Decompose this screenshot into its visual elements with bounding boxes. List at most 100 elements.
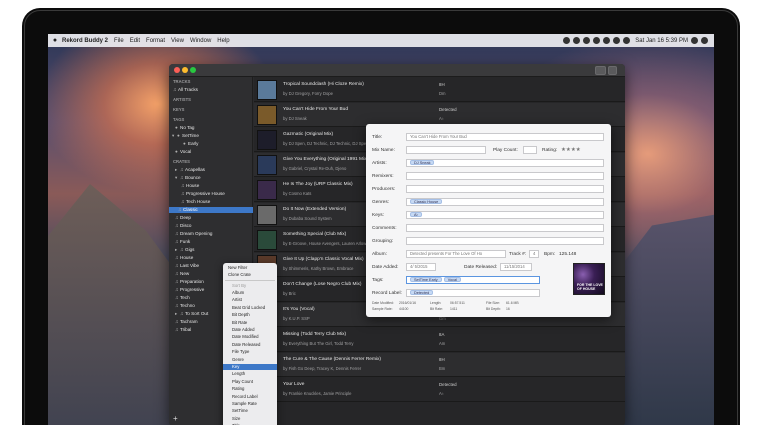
- sort-by-menu-item[interactable]: Album: [223, 290, 277, 296]
- sidebar-heading-artists[interactable]: ARTISTS: [173, 97, 191, 103]
- sort-by-menu-item[interactable]: SetTime: [223, 408, 277, 414]
- mix-name-field[interactable]: [406, 146, 486, 154]
- play-count-field[interactable]: [523, 146, 537, 154]
- status-icon[interactable]: [593, 37, 601, 44]
- remixers-field[interactable]: [406, 172, 604, 180]
- sort-by-menu-item[interactable]: Date Added: [223, 327, 277, 333]
- sort-by-menu-item[interactable]: Record Label: [223, 394, 277, 400]
- table-row[interactable]: The Cure & The Cause (Dennis Ferrer Remi…: [254, 353, 625, 377]
- artists-field[interactable]: DJ Sneak: [406, 159, 604, 167]
- apple-icon[interactable]: ●: [48, 37, 62, 44]
- tags-field[interactable]: SetTime Early Vocal: [406, 276, 540, 284]
- menu-format[interactable]: Format: [146, 38, 165, 44]
- sidebar-crate-item[interactable]: ♫ Last Vibe: [175, 263, 199, 269]
- keys-field[interactable]: A♭: [406, 211, 604, 219]
- status-icon[interactable]: [573, 37, 581, 44]
- grouping-field[interactable]: [406, 237, 604, 245]
- battery-icon[interactable]: [623, 37, 631, 44]
- menubar-clock[interactable]: Sat Jan 16 5:39 PM: [635, 38, 688, 44]
- sidebar-crate-item[interactable]: ♫ Funk: [175, 239, 190, 245]
- key-token[interactable]: A♭: [410, 212, 423, 217]
- tag-token[interactable]: SetTime Early: [410, 277, 442, 282]
- album-field[interactable]: Detected presents For The Love Of Ho: [406, 250, 506, 258]
- sort-by-menu-item[interactable]: Sample Rate: [223, 401, 277, 407]
- minimize-window-button[interactable]: [182, 67, 188, 73]
- spotlight-icon[interactable]: [691, 37, 698, 44]
- tag-token[interactable]: Vocal: [443, 277, 461, 282]
- notification-center-icon[interactable]: [701, 37, 708, 44]
- sidebar-crate-item[interactable]: ▾ ♫ Bounce: [175, 175, 201, 181]
- table-row[interactable]: Missing (Todd Terry Club Mix) by Everythi…: [254, 328, 625, 352]
- bpm-value[interactable]: 125.148: [559, 252, 576, 257]
- sidebar-crate-item[interactable]: ♫ Disco: [175, 223, 192, 229]
- sort-by-menu-item[interactable]: Bit Depth: [223, 312, 277, 318]
- sort-by-menu-item[interactable]: Length: [223, 371, 277, 377]
- menu-view[interactable]: View: [171, 38, 184, 44]
- sort-by-menu-item[interactable]: Date Released: [223, 342, 277, 348]
- sort-by-menu-item[interactable]: Rating: [223, 386, 277, 392]
- sidebar-item-all-tracks[interactable]: ♫ All Tracks: [173, 87, 198, 93]
- sidebar-crate-item[interactable]: ♫ Deep: [175, 215, 191, 221]
- sidebar-crate-item[interactable]: ♫ New: [175, 271, 189, 277]
- window-titlebar[interactable]: [169, 64, 625, 77]
- sidebar-crate-item[interactable]: ♫ Progressive: [175, 287, 204, 293]
- title-field[interactable]: You Can't Hide From Your Bud: [406, 133, 604, 141]
- sidebar-crate-item[interactable]: ♫ Classic: [169, 207, 253, 213]
- sidebar-crate-item[interactable]: ♫ Tribal: [175, 327, 191, 333]
- sidebar-crate-item[interactable]: ♫ Tachram: [175, 319, 198, 325]
- sidebar-crate-item[interactable]: ♫ Tech House: [181, 199, 210, 205]
- sidebar-crate-item[interactable]: ▸ ♫ To Sort Out: [175, 311, 208, 317]
- sort-by-menu-item[interactable]: Beat Grid Locked: [223, 305, 277, 311]
- genre-token[interactable]: Classic House: [410, 199, 443, 204]
- status-icon[interactable]: [563, 37, 571, 44]
- menu-app-name[interactable]: Rekord Buddy 2: [62, 38, 108, 44]
- record-label-field[interactable]: Detected: [406, 289, 540, 297]
- view-toggle-button[interactable]: [595, 66, 606, 75]
- sidebar-crate-item[interactable]: ♫ Progressive House: [181, 191, 225, 197]
- menu-edit[interactable]: Edit: [130, 38, 140, 44]
- volume-icon[interactable]: [613, 37, 621, 44]
- producers-field[interactable]: [406, 185, 604, 193]
- sidebar-crate-item[interactable]: ▸ ♫ Gigs: [175, 247, 194, 253]
- sort-by-menu-item[interactable]: Play Count: [223, 379, 277, 385]
- menu-window[interactable]: Window: [190, 38, 211, 44]
- sort-by-menu-item[interactable]: Genre: [223, 357, 277, 363]
- track-number-field[interactable]: 4: [529, 250, 539, 258]
- close-window-button[interactable]: [174, 67, 180, 73]
- context-menu-item[interactable]: Clone Crate: [223, 272, 277, 278]
- context-menu-item[interactable]: New Filter: [223, 265, 277, 271]
- comments-field[interactable]: [406, 224, 604, 232]
- sort-by-menu-item[interactable]: Date Modified: [223, 334, 277, 340]
- rating-stars[interactable]: ★★★★: [561, 147, 581, 153]
- menu-help[interactable]: Help: [217, 38, 229, 44]
- sidebar-item-vocal[interactable]: ● Vocal: [175, 149, 191, 155]
- sidebar-heading-keys[interactable]: KEYS: [173, 107, 184, 113]
- sort-by-menu-item[interactable]: Size: [223, 416, 277, 422]
- sidebar-crate-item[interactable]: ♫ Preparation: [175, 279, 204, 285]
- date-released-field[interactable]: 11/15/2014: [500, 263, 532, 271]
- sidebar-crate-item[interactable]: ♫ Dream Opening: [175, 231, 212, 237]
- table-row[interactable]: Tropical Soundclash (Hi Cloze Remix) by D…: [254, 78, 625, 102]
- table-row[interactable]: Your Love by Frankie Knuckles, Jamie Prin…: [254, 378, 625, 402]
- sidebar-item-settime[interactable]: ▾ ● SetTime: [172, 133, 199, 139]
- wifi-icon[interactable]: [603, 37, 611, 44]
- sidebar-item-no-tag[interactable]: ● No Tag: [175, 125, 194, 131]
- zoom-window-button[interactable]: [190, 67, 196, 73]
- sidebar-item-early[interactable]: ● Early: [183, 141, 198, 147]
- sort-by-menu-item[interactable]: Key: [223, 364, 277, 370]
- inspector-toggle-button[interactable]: [608, 66, 617, 75]
- sidebar-crate-item[interactable]: ♫ Techno: [175, 303, 195, 309]
- sort-by-menu-item[interactable]: Bit Rate: [223, 320, 277, 326]
- sidebar-crate-item[interactable]: ♫ House: [175, 255, 193, 261]
- album-cover[interactable]: FOR THE LOVE OF HOUSE: [573, 263, 605, 295]
- artist-token[interactable]: DJ Sneak: [410, 160, 435, 165]
- status-icon[interactable]: [583, 37, 591, 44]
- genres-field[interactable]: Classic House: [406, 198, 604, 206]
- record-label-token[interactable]: Detected: [410, 290, 434, 295]
- sort-by-menu-item[interactable]: Artist: [223, 297, 277, 303]
- sidebar-crate-item[interactable]: ♫ Tech: [175, 295, 190, 301]
- sidebar-crate-item[interactable]: ♫ House: [181, 183, 199, 189]
- date-added-field[interactable]: 4/ 5/2015: [406, 263, 436, 271]
- sort-by-menu-item[interactable]: File Type: [223, 349, 277, 355]
- sidebar-crate-item[interactable]: ▸ ♫ Acapellas: [175, 167, 205, 173]
